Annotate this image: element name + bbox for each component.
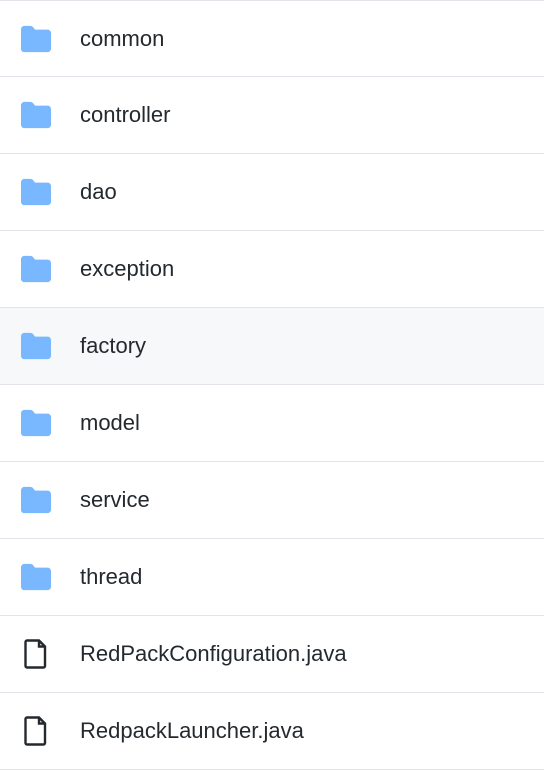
file-name: model — [80, 410, 140, 436]
file-name: common — [80, 26, 164, 52]
file-row[interactable]: model — [0, 385, 544, 462]
folder-icon — [20, 330, 52, 362]
file-row[interactable]: controller — [0, 77, 544, 154]
folder-icon — [20, 253, 52, 285]
folder-icon — [20, 561, 52, 593]
folder-icon — [20, 484, 52, 516]
folder-icon — [20, 176, 52, 208]
file-name: thread — [80, 564, 142, 590]
file-row[interactable]: factory — [0, 308, 544, 385]
file-row[interactable]: RedPackConfiguration.java — [0, 616, 544, 693]
file-row[interactable]: service — [0, 462, 544, 539]
file-name: service — [80, 487, 150, 513]
file-icon — [20, 715, 52, 747]
file-row[interactable]: exception — [0, 231, 544, 308]
file-name: RedPackConfiguration.java — [80, 641, 347, 667]
file-name: controller — [80, 102, 170, 128]
file-row[interactable]: common — [0, 0, 544, 77]
folder-icon — [20, 23, 52, 55]
file-name: RedpackLauncher.java — [80, 718, 304, 744]
file-name: dao — [80, 179, 117, 205]
folder-icon — [20, 99, 52, 131]
file-row[interactable]: thread — [0, 539, 544, 616]
file-name: exception — [80, 256, 174, 282]
file-row[interactable]: dao — [0, 154, 544, 231]
file-name: factory — [80, 333, 146, 359]
file-row[interactable]: RedpackLauncher.java — [0, 693, 544, 770]
folder-icon — [20, 407, 52, 439]
file-list: common controller dao exception factory … — [0, 0, 544, 770]
file-icon — [20, 638, 52, 670]
